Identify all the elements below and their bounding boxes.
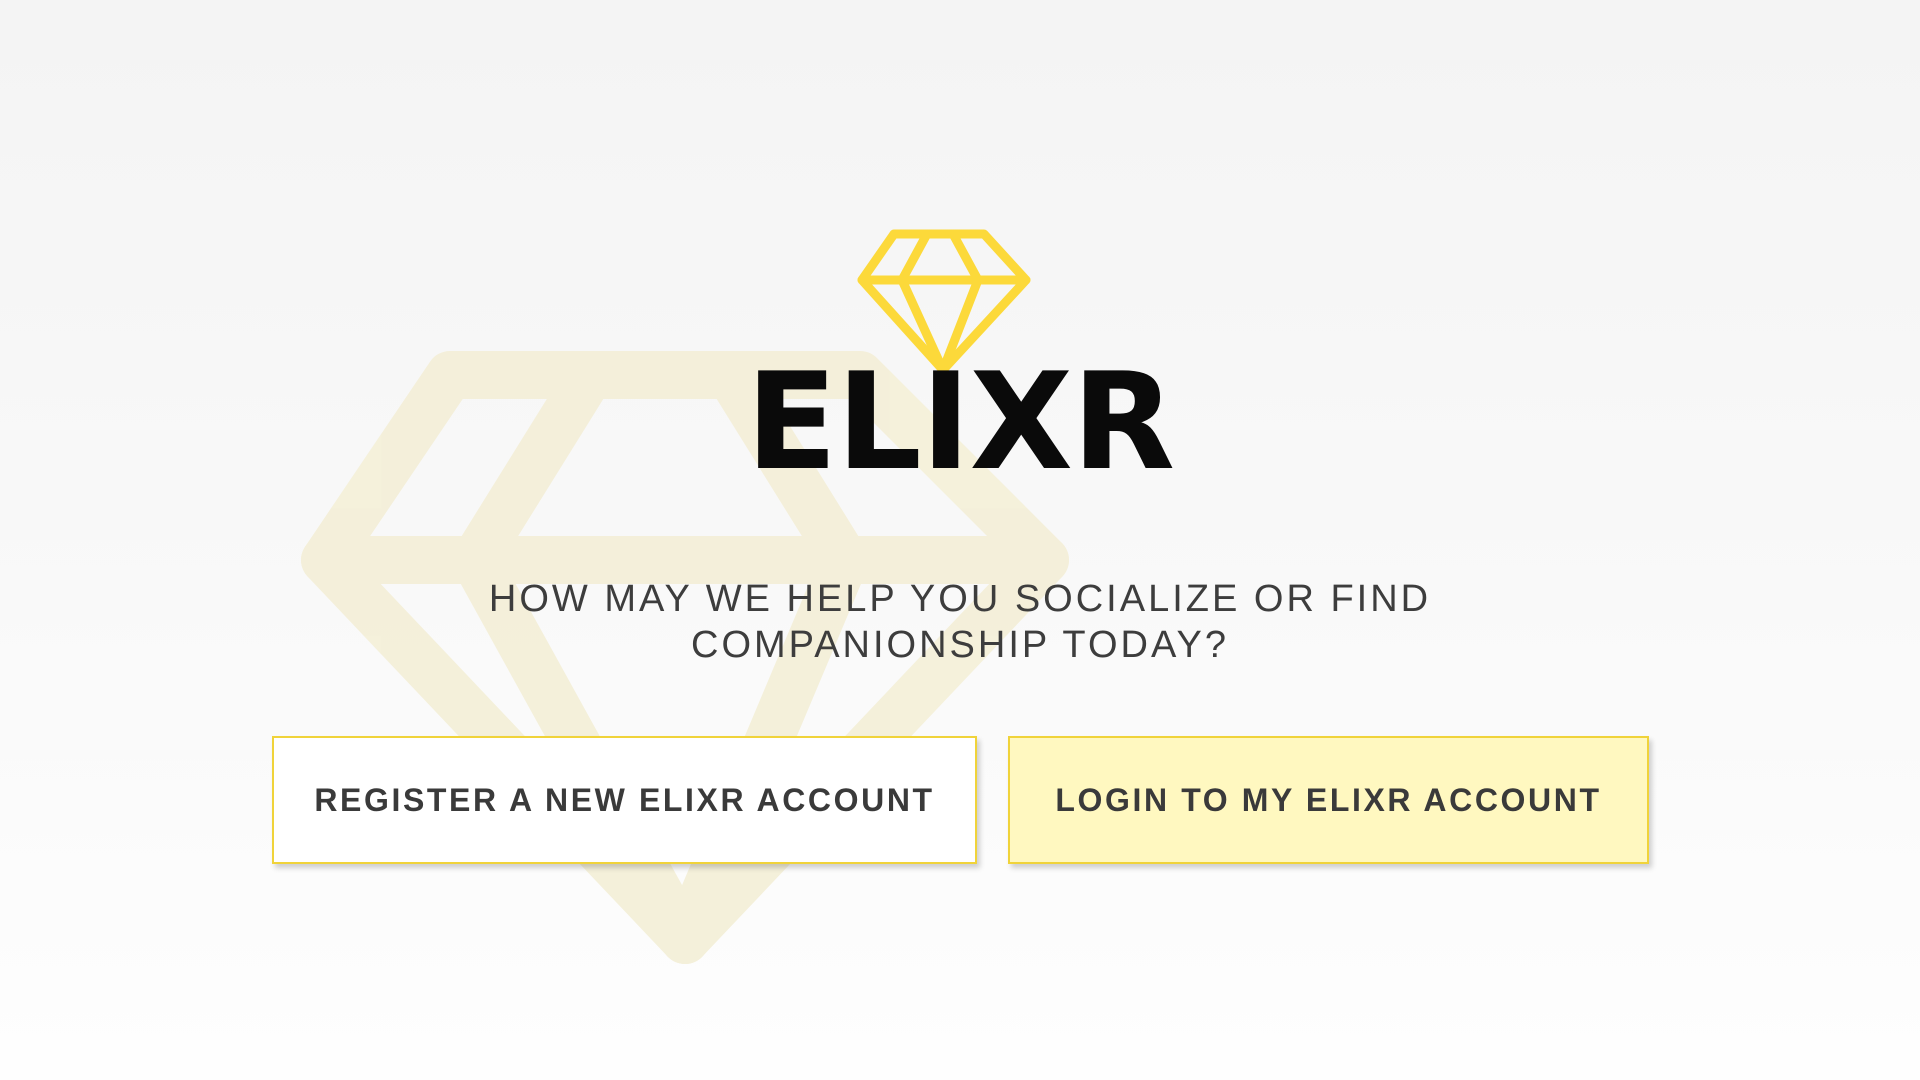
register-account-label: REGISTER A NEW ELIXR ACCOUNT — [314, 781, 935, 818]
tagline: HOW MAY WE HELP YOU SOCIALIZE OR FIND CO… — [460, 576, 1460, 668]
tagline-line-2: COMPANIONSHIP TODAY? — [691, 624, 1229, 666]
login-account-label: LOGIN TO MY ELIXR ACCOUNT — [1055, 781, 1602, 818]
login-account-button[interactable]: LOGIN TO MY ELIXR ACCOUNT — [1008, 736, 1649, 864]
tagline-line-1: HOW MAY WE HELP YOU SOCIALIZE OR FIND — [488, 578, 1432, 620]
register-account-button[interactable]: REGISTER A NEW ELIXR ACCOUNT — [272, 736, 977, 864]
brand-wordmark: ELIXR — [745, 344, 1175, 500]
